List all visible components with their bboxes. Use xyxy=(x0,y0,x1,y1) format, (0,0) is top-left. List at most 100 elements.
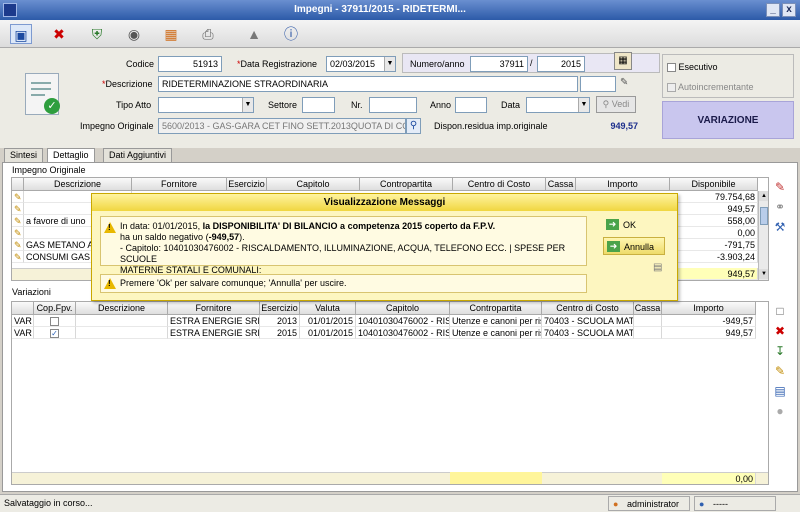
pencil-icon[interactable]: ✎ xyxy=(772,363,788,379)
search-icon[interactable]: ⚲ xyxy=(406,118,421,134)
delete-icon[interactable]: ✖ xyxy=(48,24,70,44)
table-cell[interactable]: 2013 xyxy=(260,315,300,327)
print-icon[interactable]: ⎙ xyxy=(197,24,219,44)
table-cell[interactable] xyxy=(634,315,662,327)
calculator-icon[interactable]: ▦ xyxy=(614,52,632,70)
table-cell[interactable]: VAR xyxy=(12,315,34,327)
chevron-down-icon[interactable]: ▼ xyxy=(242,98,253,112)
eraser-icon[interactable]: ✎ xyxy=(620,77,634,91)
data-field[interactable]: ▼ xyxy=(526,97,590,113)
chevron-down-icon[interactable]: ▼ xyxy=(384,57,395,71)
column-header[interactable]: Importo xyxy=(662,302,756,315)
codice-field[interactable]: 51913 xyxy=(158,56,222,72)
column-header[interactable]: Descrizione xyxy=(24,178,132,191)
clipboard-icon[interactable]: ▤ xyxy=(653,262,665,274)
data-registrazione-field[interactable]: 02/03/2015 ▼ xyxy=(326,56,396,72)
column-header[interactable]: Cassa xyxy=(634,302,662,315)
column-header[interactable]: Cassa xyxy=(546,178,576,191)
copy-icon[interactable]: ▤ xyxy=(772,383,788,399)
tab-sintesi[interactable]: Sintesi xyxy=(4,148,44,162)
tab-dettaglio[interactable]: Dettaglio xyxy=(47,148,95,163)
tipo-atto-select[interactable]: ▼ xyxy=(158,97,254,113)
cop-fpv-checkbox[interactable]: ✓ xyxy=(34,327,76,339)
table-cell[interactable]: 10401030476002 - RIS xyxy=(356,327,450,339)
table-cell[interactable]: ESTRA ENERGIE SRL xyxy=(168,315,260,327)
numero-anno-label: Numero/anno xyxy=(410,59,465,69)
column-header[interactable]: Cop.Fpv. xyxy=(34,302,76,315)
tool-icon[interactable]: ⚒ xyxy=(772,219,788,235)
cop-fpv-checkbox[interactable] xyxy=(34,315,76,327)
vedi-button[interactable]: ⚲ Vedi xyxy=(596,96,636,113)
column-header[interactable]: Importo xyxy=(576,178,670,191)
scroll-up-icon[interactable]: ▲ xyxy=(759,191,768,201)
cd-icon[interactable]: ◉ xyxy=(123,24,145,44)
info-icon[interactable]: ⓘ xyxy=(280,24,302,44)
column-header[interactable]: Capitolo xyxy=(356,302,450,315)
status-text: Salvataggio in corso... xyxy=(4,498,93,508)
folder-copy-icon[interactable]: ▦ xyxy=(160,24,182,44)
checkbox-checked-icon: ✓ xyxy=(50,329,59,339)
column-header[interactable]: Capitolo xyxy=(267,178,360,191)
settore-field[interactable] xyxy=(302,97,335,113)
column-header[interactable]: Esercizio xyxy=(260,302,300,315)
table-cell[interactable]: 10401030476002 - RIS xyxy=(356,315,450,327)
new-document-icon[interactable]: □ xyxy=(772,303,788,319)
circle-icon[interactable]: ● xyxy=(772,403,788,419)
esecutivo-checkbox[interactable]: Esecutivo xyxy=(667,62,718,73)
table-cell[interactable] xyxy=(76,327,168,339)
numero-field[interactable]: 37911 xyxy=(470,56,528,72)
column-header[interactable]: Disponibile xyxy=(670,178,758,191)
anno-numero-field[interactable]: 2015 xyxy=(537,56,585,72)
add-row-icon[interactable]: ✎ xyxy=(772,179,788,195)
scroll-thumb[interactable] xyxy=(760,207,768,225)
table-cell[interactable]: 01/01/2015 xyxy=(300,315,356,327)
variazioni-grid[interactable]: Cop.Fpv. Descrizione Fornitore Esercizio… xyxy=(11,301,769,485)
table-cell[interactable]: VAR xyxy=(12,327,34,339)
import-icon[interactable]: ↧ xyxy=(772,343,788,359)
checkbox-icon xyxy=(667,63,676,73)
table-cell[interactable]: ESTRA ENERGIE SRL xyxy=(168,327,260,339)
table-cell[interactable]: 70403 - SCUOLA MATE xyxy=(542,315,634,327)
table-cell[interactable] xyxy=(76,315,168,327)
column-header[interactable]: Descrizione xyxy=(76,302,168,315)
nr-field[interactable] xyxy=(369,97,417,113)
scroll-down-icon[interactable]: ▼ xyxy=(759,269,768,279)
column-header[interactable]: Fornitore xyxy=(168,302,260,315)
descrizione-extra-field[interactable] xyxy=(580,76,616,92)
ok-button[interactable]: ➜ OK xyxy=(603,216,663,234)
column-header[interactable] xyxy=(12,302,34,315)
autoincrementante-checkbox[interactable]: Autoincrementante xyxy=(667,82,754,93)
table-cell[interactable] xyxy=(634,327,662,339)
table-cell[interactable]: 2015 xyxy=(260,327,300,339)
delete-icon[interactable]: ✖ xyxy=(772,323,788,339)
column-header[interactable]: Fornitore xyxy=(132,178,227,191)
impegno-originale-field[interactable]: 5600/2013 - GAS-GARA CET FINO SETT.2013Q… xyxy=(158,118,406,134)
tab-dati-aggiuntivi[interactable]: Dati Aggiuntivi xyxy=(103,148,173,162)
stamp-icon[interactable]: ▲ xyxy=(243,24,265,44)
chevron-down-icon[interactable]: ▼ xyxy=(578,98,589,112)
column-header[interactable]: Esercizio xyxy=(227,178,267,191)
table-cell[interactable]: 949,57 xyxy=(662,327,756,339)
column-header[interactable]: Centro di Costo xyxy=(453,178,546,191)
shield-icon[interactable]: ⛨ xyxy=(86,24,108,44)
minimize-button[interactable]: _ xyxy=(766,3,780,17)
username: administrator xyxy=(627,499,680,509)
table-cell[interactable]: 01/01/2015 xyxy=(300,327,356,339)
close-button[interactable]: x xyxy=(782,3,796,17)
descrizione-field[interactable]: RIDETERMINAZIONE STRAORDINARIA xyxy=(158,76,578,92)
column-header[interactable]: Contropartita xyxy=(360,178,453,191)
link-icon[interactable]: ⚭ xyxy=(772,199,788,215)
column-header[interactable]: Valuta xyxy=(300,302,356,315)
table-cell[interactable]: -949,57 xyxy=(662,315,756,327)
anno-field[interactable] xyxy=(455,97,487,113)
column-header[interactable]: Contropartita xyxy=(450,302,542,315)
save-icon[interactable]: ▣ xyxy=(10,24,32,44)
settore-label: Settore xyxy=(268,100,298,110)
table-cell[interactable]: Utenze e canoni per ris xyxy=(450,315,542,327)
vertical-scrollbar[interactable]: ▲ ▼ xyxy=(758,191,768,280)
message-box: In data: 01/01/2015, la DISPONIBILITA' D… xyxy=(100,216,587,275)
annulla-button[interactable]: ➜ Annulla xyxy=(603,237,665,255)
table-cell[interactable]: 70403 - SCUOLA MATE xyxy=(542,327,634,339)
column-header[interactable]: Centro di Costo xyxy=(542,302,634,315)
table-cell[interactable]: Utenze e canoni per ris xyxy=(450,327,542,339)
